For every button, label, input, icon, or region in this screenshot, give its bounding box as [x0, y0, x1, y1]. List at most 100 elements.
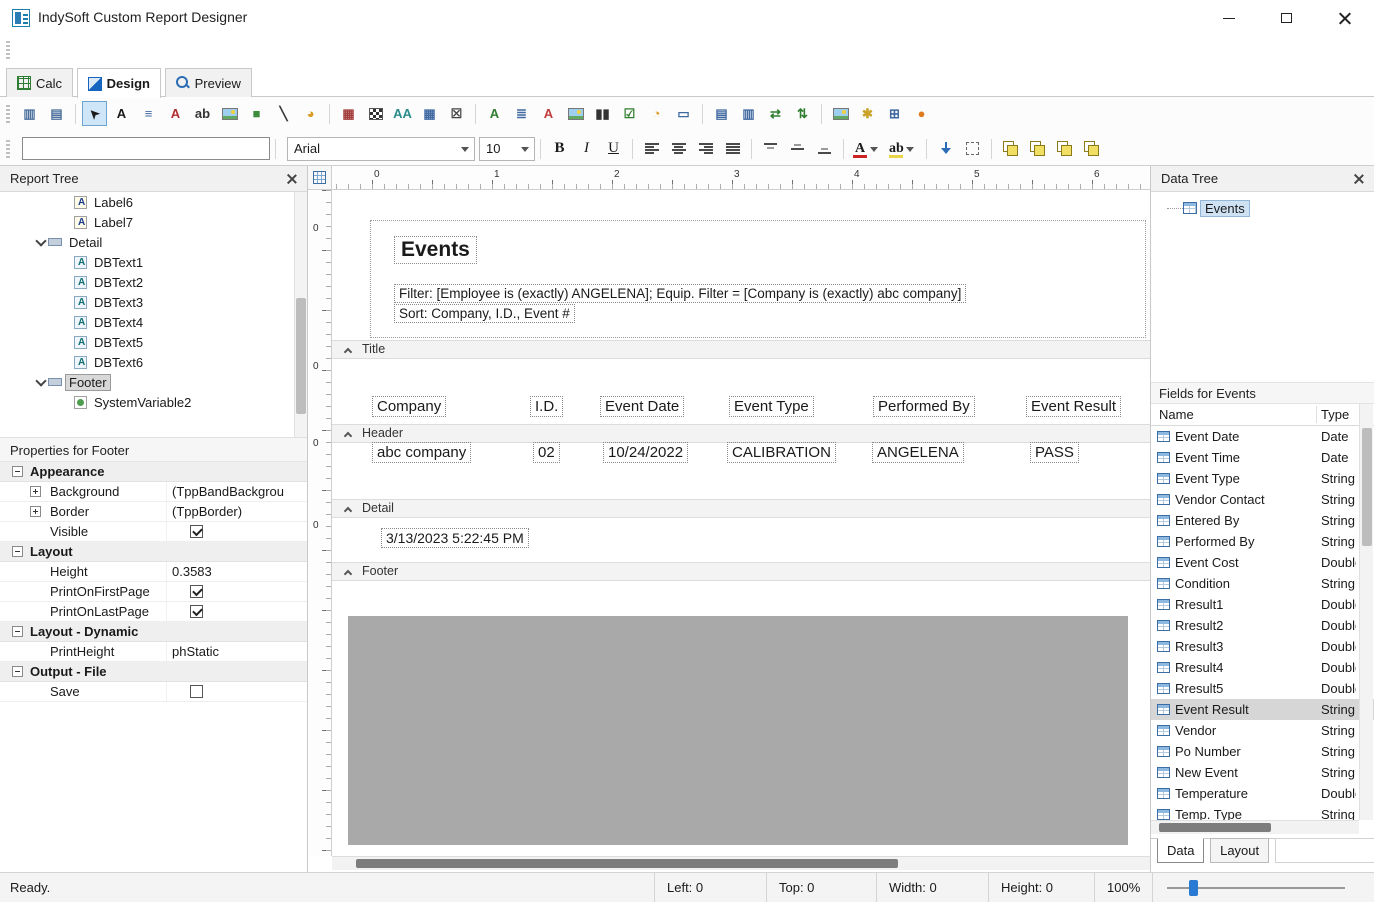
valign-top-button[interactable] [758, 136, 783, 161]
fill-color-button[interactable]: ● [909, 101, 934, 126]
field-row[interactable]: Event Type String [1151, 468, 1374, 489]
font-name-select[interactable]: Arial [287, 137, 475, 161]
checkbox-tool-button[interactable]: ☒ [444, 101, 469, 126]
view-tab[interactable]: Calc [6, 68, 73, 97]
field-row[interactable]: Event Date Date [1151, 426, 1374, 447]
expand-box-icon[interactable] [12, 466, 23, 477]
group-button[interactable]: ⇄ [763, 101, 788, 126]
dbgrid-tool-button[interactable]: ▦ [417, 101, 442, 126]
close-icon[interactable] [285, 172, 299, 186]
detail-value-element[interactable]: PASS [1030, 442, 1079, 463]
scrollbar-thumb[interactable] [1159, 823, 1271, 832]
band-collapse-icon[interactable] [344, 507, 352, 515]
field-row[interactable]: Performed By String [1151, 531, 1374, 552]
toolbar-separator[interactable] [325, 101, 334, 126]
property-row[interactable]: Layout - Dynamic [0, 622, 307, 642]
report-tree-item[interactable]: SystemVariable2 [0, 392, 307, 412]
property-row[interactable]: Appearance [0, 462, 307, 482]
expander-icon[interactable] [34, 375, 48, 389]
expand-box-icon[interactable] [12, 666, 23, 677]
field-row[interactable]: Entered By String [1151, 510, 1374, 531]
property-checkbox[interactable] [190, 585, 203, 598]
columns-button[interactable]: ▥ [736, 101, 761, 126]
field-row[interactable]: Vendor Contact String [1151, 489, 1374, 510]
report-tree-item[interactable]: DBText3 [0, 292, 307, 312]
toolbar-separator[interactable] [71, 101, 80, 126]
field-row[interactable]: New Event String [1151, 762, 1374, 783]
column-header-element[interactable]: Performed By [873, 396, 975, 417]
band-collapse-icon[interactable] [344, 348, 352, 356]
column-header-element[interactable]: I.D. [530, 396, 563, 417]
column-header-element[interactable]: Event Type [729, 396, 814, 417]
dbbarcode-tool-button[interactable]: ▮▮ [590, 101, 615, 126]
align-left-button[interactable] [639, 136, 664, 161]
field-row[interactable]: Condition String [1151, 573, 1374, 594]
richtext-tool-button[interactable]: A [163, 101, 188, 126]
toolbar-separator[interactable] [471, 101, 480, 126]
footer-band-bar[interactable]: Footer [332, 562, 1150, 581]
zoom-slider-thumb[interactable] [1189, 880, 1198, 896]
fields-vertical-scrollbar[interactable] [1359, 404, 1373, 820]
toolbar-grip[interactable] [6, 41, 10, 59]
field-row[interactable]: Rresult1 Double [1151, 594, 1374, 615]
fields-column-headers[interactable]: Name Type [1151, 404, 1374, 426]
align-right-button[interactable] [693, 136, 718, 161]
systemvariable-tool-button[interactable]: ab [190, 101, 215, 126]
property-checkbox[interactable] [190, 605, 203, 618]
report-tree-item[interactable]: Label6 [0, 192, 307, 212]
data-tree-node-events[interactable]: Events [1151, 198, 1249, 218]
field-row[interactable]: Event Cost Double [1151, 552, 1374, 573]
image-tool-button[interactable] [217, 101, 242, 126]
property-grid[interactable]: Appearance Background (TppBandBackgrou B… [0, 462, 307, 702]
dbmemo-tool-button[interactable]: ≣ [509, 101, 534, 126]
minimize-button[interactable] [1200, 0, 1258, 36]
font-color-button[interactable]: A [850, 136, 884, 161]
column-header-element[interactable]: Event Date [600, 396, 684, 417]
report-wizard-button[interactable] [828, 101, 853, 126]
report-tree-scrollbar[interactable] [294, 192, 307, 437]
field-row[interactable]: Vendor String [1151, 720, 1374, 741]
toolbar-grip[interactable] [6, 140, 10, 158]
property-checkbox[interactable] [190, 525, 203, 538]
expand-box-icon[interactable] [12, 546, 23, 557]
column-header-type[interactable]: Type [1321, 404, 1349, 426]
close-button[interactable] [1316, 0, 1374, 36]
bring-to-front-button[interactable] [998, 136, 1023, 161]
column-header-name[interactable]: Name [1159, 404, 1194, 426]
dbtext-aa-tool-button[interactable]: AA [390, 101, 415, 126]
font-size-select[interactable]: 10 [479, 137, 535, 161]
chart-tool-button[interactable]: ◕ [298, 101, 323, 126]
property-row[interactable]: Output - File [0, 662, 307, 682]
field-row[interactable]: Event Time Date [1151, 447, 1374, 468]
fields-horizontal-scrollbar[interactable] [1151, 820, 1359, 834]
report-tree-item[interactable]: Label7 [0, 212, 307, 232]
line-tool-button[interactable]: ╲ [271, 101, 296, 126]
property-row[interactable]: Layout [0, 542, 307, 562]
header-band-bar[interactable]: Header [332, 424, 1150, 443]
select-tool-button[interactable]: ➤ [82, 101, 107, 126]
tab-data[interactable]: Data [1157, 838, 1204, 863]
expand-box-icon[interactable] [12, 626, 23, 637]
expander-icon[interactable] [34, 235, 48, 249]
report-tree-item[interactable]: DBText6 [0, 352, 307, 372]
field-row[interactable]: Event Result String [1151, 699, 1374, 720]
toolbar-grip[interactable] [6, 105, 10, 123]
column-header-element[interactable]: Company [372, 396, 446, 417]
report-tree-item[interactable]: DBText5 [0, 332, 307, 352]
grid-options-button[interactable]: ⊞ [882, 101, 907, 126]
report-filter-element[interactable]: Filter: [Employee is (exactly) ANGELENA]… [394, 284, 966, 303]
property-row[interactable]: Height 0.3583 [0, 562, 307, 582]
anchor-button[interactable] [933, 136, 958, 161]
property-checkbox[interactable] [190, 685, 203, 698]
highlight-color-button[interactable]: ab [886, 136, 920, 161]
property-row[interactable]: PrintOnFirstPage [0, 582, 307, 602]
band-collapse-icon[interactable] [344, 570, 352, 578]
dbcheckbox-tool-button[interactable]: ☑ [617, 101, 642, 126]
detail-value-element[interactable]: 02 [533, 442, 560, 463]
align-center-button[interactable] [666, 136, 691, 161]
field-row[interactable]: Temp. Type String [1151, 804, 1374, 820]
expand-box-icon[interactable] [30, 486, 41, 497]
detail-value-element[interactable]: ANGELENA [872, 442, 964, 463]
field-row[interactable]: Rresult4 Double [1151, 657, 1374, 678]
report-tree-item[interactable]: DBText2 [0, 272, 307, 292]
